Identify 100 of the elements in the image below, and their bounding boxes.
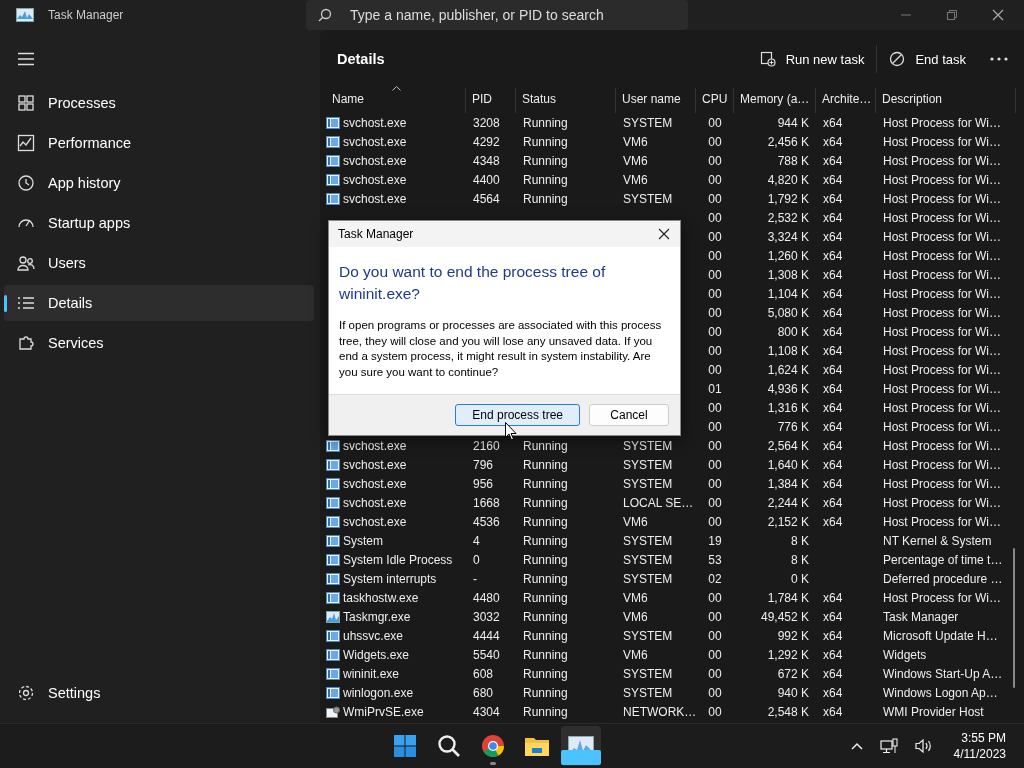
taskbar-app[interactable] bbox=[561, 726, 601, 766]
cpu-cell: 00 bbox=[708, 514, 722, 529]
dialog-button[interactable]: Cancel bbox=[589, 404, 669, 426]
pid-cell: 1668 bbox=[473, 495, 500, 510]
restore-icon[interactable] bbox=[946, 9, 958, 21]
status-cell: Running bbox=[523, 628, 568, 643]
nav-item[interactable]: Users bbox=[4, 245, 314, 281]
column-header[interactable]: CPU bbox=[696, 88, 734, 113]
user-cell: NETWORK… bbox=[623, 704, 696, 719]
cpu-cell: 00 bbox=[708, 647, 722, 662]
description-cell: Host Process for Wi… bbox=[883, 590, 1002, 605]
close-icon[interactable] bbox=[992, 9, 1004, 21]
column-header[interactable]: Archite… bbox=[816, 88, 876, 113]
description-cell: Widgets bbox=[883, 647, 927, 662]
users-icon bbox=[17, 254, 35, 272]
column-header[interactable]: Status bbox=[516, 88, 616, 113]
description-cell: Host Process for Wi… bbox=[883, 343, 1002, 358]
nav-item[interactable]: Startup apps bbox=[4, 205, 314, 241]
column-header[interactable]: PID bbox=[466, 88, 516, 113]
memory-cell: 3,324 K bbox=[767, 229, 809, 244]
column-header[interactable]: Description bbox=[876, 88, 1016, 113]
memory-cell: 992 K bbox=[777, 628, 809, 643]
cpu-cell: 00 bbox=[708, 343, 722, 358]
pid-cell: 3208 bbox=[473, 115, 500, 130]
process-name: svchost.exe bbox=[343, 438, 407, 453]
window-icon bbox=[326, 154, 340, 167]
architecture-cell: x64 bbox=[823, 514, 843, 529]
description-cell: Host Process for Wi… bbox=[883, 324, 1002, 339]
cpu-cell: 00 bbox=[708, 267, 722, 282]
architecture-cell: x64 bbox=[823, 590, 843, 605]
pid-cell: 4 bbox=[473, 533, 480, 548]
process-name: taskhostw.exe bbox=[343, 590, 419, 605]
window-icon bbox=[326, 135, 340, 148]
architecture-cell: x64 bbox=[823, 647, 843, 662]
status-cell: Running bbox=[523, 666, 568, 681]
cpu-cell: 00 bbox=[708, 305, 722, 320]
scrollbar-thumb[interactable] bbox=[1013, 548, 1015, 688]
close-icon[interactable] bbox=[658, 228, 670, 240]
cpu-cell: 53 bbox=[708, 552, 722, 567]
settings-item[interactable]: Settings bbox=[4, 675, 314, 711]
architecture-cell: x64 bbox=[823, 248, 843, 263]
window-icon bbox=[326, 648, 340, 661]
memory-cell: 8 K bbox=[791, 533, 809, 548]
memory-cell: 2,456 K bbox=[767, 134, 809, 149]
dialog-button[interactable]: End process tree bbox=[455, 404, 580, 426]
memory-cell: 1,316 K bbox=[767, 400, 809, 415]
user-cell: SYSTEM bbox=[623, 457, 673, 472]
cpu-cell: 00 bbox=[708, 590, 722, 605]
status-cell: Running bbox=[523, 514, 568, 529]
pid-cell: 2160 bbox=[473, 438, 500, 453]
column-header[interactable]: User name bbox=[616, 88, 696, 113]
cpu-cell: 02 bbox=[708, 571, 722, 586]
description-cell: Host Process for Wi… bbox=[883, 457, 1002, 472]
memory-cell: 4,936 K bbox=[767, 381, 809, 396]
clock[interactable]: 3:55 PM 4/11/2023 bbox=[953, 730, 1006, 762]
nav-item[interactable]: Details bbox=[4, 285, 314, 321]
more-icon[interactable] bbox=[990, 57, 1008, 61]
description-cell: Host Process for Wi… bbox=[883, 514, 1002, 529]
description-cell: Host Process for Wi… bbox=[883, 381, 1002, 396]
nav-item[interactable]: Services bbox=[4, 325, 314, 361]
status-cell: Running bbox=[523, 495, 568, 510]
window-icon bbox=[326, 192, 340, 205]
memory-cell: 0 K bbox=[791, 571, 809, 586]
memory-cell: 1,384 K bbox=[767, 476, 809, 491]
cpu-cell: 00 bbox=[708, 666, 722, 681]
column-header[interactable]: Name bbox=[326, 88, 466, 113]
action-button[interactable]: Run new task bbox=[747, 45, 877, 73]
window-icon bbox=[326, 496, 340, 509]
memory-cell: 2,532 K bbox=[767, 210, 809, 225]
process-name: svchost.exe bbox=[343, 476, 407, 491]
process-name: svchost.exe bbox=[343, 514, 407, 529]
nav-item[interactable]: Performance bbox=[4, 125, 314, 161]
search-icon bbox=[318, 8, 332, 22]
window-icon bbox=[326, 629, 340, 642]
description-cell: Host Process for Wi… bbox=[883, 172, 1002, 187]
architecture-cell: x64 bbox=[823, 172, 843, 187]
process-name: svchost.exe bbox=[343, 172, 407, 187]
window-icon bbox=[326, 553, 340, 566]
nav-item[interactable]: Processes bbox=[4, 85, 314, 121]
network-monitor-icon[interactable] bbox=[879, 738, 898, 754]
search-field[interactable]: Type a name, publisher, or PID to search bbox=[306, 0, 688, 30]
description-cell: Host Process for Wi… bbox=[883, 419, 1002, 434]
speaker-icon[interactable] bbox=[914, 738, 933, 754]
memory-cell: 1,308 K bbox=[767, 267, 809, 282]
architecture-cell: x64 bbox=[823, 134, 843, 149]
new-task-icon bbox=[759, 51, 776, 67]
nav-item[interactable]: App history bbox=[4, 165, 314, 201]
action-button[interactable]: End task bbox=[876, 45, 978, 73]
column-header[interactable]: Memory (a… bbox=[734, 88, 816, 113]
memory-cell: 1,784 K bbox=[767, 590, 809, 605]
chevron-up-icon[interactable] bbox=[850, 742, 863, 750]
description-cell: WMI Provider Host bbox=[883, 704, 984, 719]
pid-cell: 4292 bbox=[473, 134, 500, 149]
pid-cell: 5540 bbox=[473, 647, 500, 662]
menu-icon[interactable] bbox=[17, 52, 35, 66]
architecture-cell: x64 bbox=[823, 191, 843, 206]
memory-cell: 4,820 K bbox=[767, 172, 809, 187]
architecture-cell: x64 bbox=[823, 685, 843, 700]
architecture-cell: x64 bbox=[823, 400, 843, 415]
status-cell: Running bbox=[523, 590, 568, 605]
